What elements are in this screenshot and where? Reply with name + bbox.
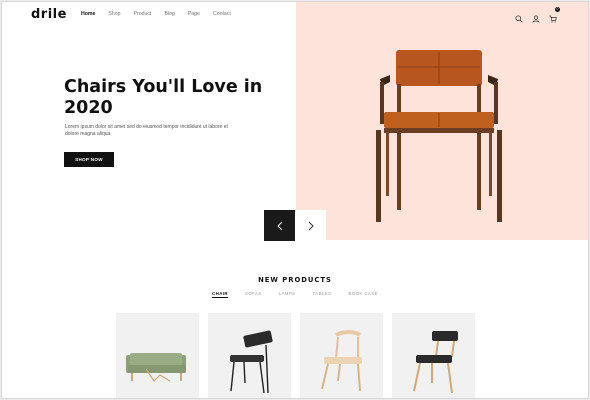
chevron-right-icon <box>308 221 314 230</box>
tab-book-case[interactable]: BOOK CASE <box>348 291 377 298</box>
product-category-tabs: CHAIR SOFAS LAMPS TABLES BOOK CASE <box>2 291 588 298</box>
dining-chair-image <box>413 331 458 394</box>
header-icons: 0 <box>515 7 560 23</box>
nav-item-product[interactable]: Product <box>134 11 152 17</box>
hero-description: Lorem ipsum dolor sit amet sed do eiusmo… <box>65 124 228 137</box>
nav-item-shop[interactable]: Shop <box>108 11 120 17</box>
hero-title: Chairs You'll Love in 2020 <box>64 77 263 118</box>
cart-icon[interactable]: 0 <box>549 7 560 23</box>
search-icon[interactable] <box>515 10 523 23</box>
shop-now-button[interactable]: SHOP NOW <box>64 152 114 167</box>
slider-prev-button[interactable] <box>264 210 295 241</box>
page-frame: drile Home Shop Product Blog Page Contac… <box>2 2 588 398</box>
nav-item-contact[interactable]: Contact <box>213 11 231 17</box>
user-icon[interactable] <box>532 10 540 23</box>
wooden-chair-image <box>321 330 362 392</box>
green-sofa-image <box>126 353 186 382</box>
nav-item-home[interactable]: Home <box>81 11 95 17</box>
logo[interactable]: drile <box>31 7 67 22</box>
nav-item-blog[interactable]: Blog <box>164 11 174 17</box>
nav-item-page[interactable]: Page <box>188 11 200 17</box>
chevron-left-icon <box>276 221 282 230</box>
tab-lamps[interactable]: LAMPS <box>279 291 296 298</box>
main-nav: Home Shop Product Blog Page Contact <box>81 11 244 17</box>
black-metal-chair-image <box>230 330 273 394</box>
tab-tables[interactable]: TABLES <box>313 291 332 298</box>
product-card-sofa[interactable] <box>116 313 199 398</box>
slider-next-button[interactable] <box>295 210 326 241</box>
product-card-black-chair[interactable] <box>208 313 291 398</box>
cart-badge: 0 <box>555 7 560 12</box>
product-card-wood-chair[interactable] <box>300 313 383 398</box>
new-products-title: NEW PRODUCTS <box>258 276 332 284</box>
hero-chair-image <box>374 46 504 226</box>
tab-chair[interactable]: CHAIR <box>212 291 228 298</box>
tab-sofas[interactable]: SOFAS <box>245 291 262 298</box>
product-card-dining-chair[interactable] <box>392 313 475 398</box>
